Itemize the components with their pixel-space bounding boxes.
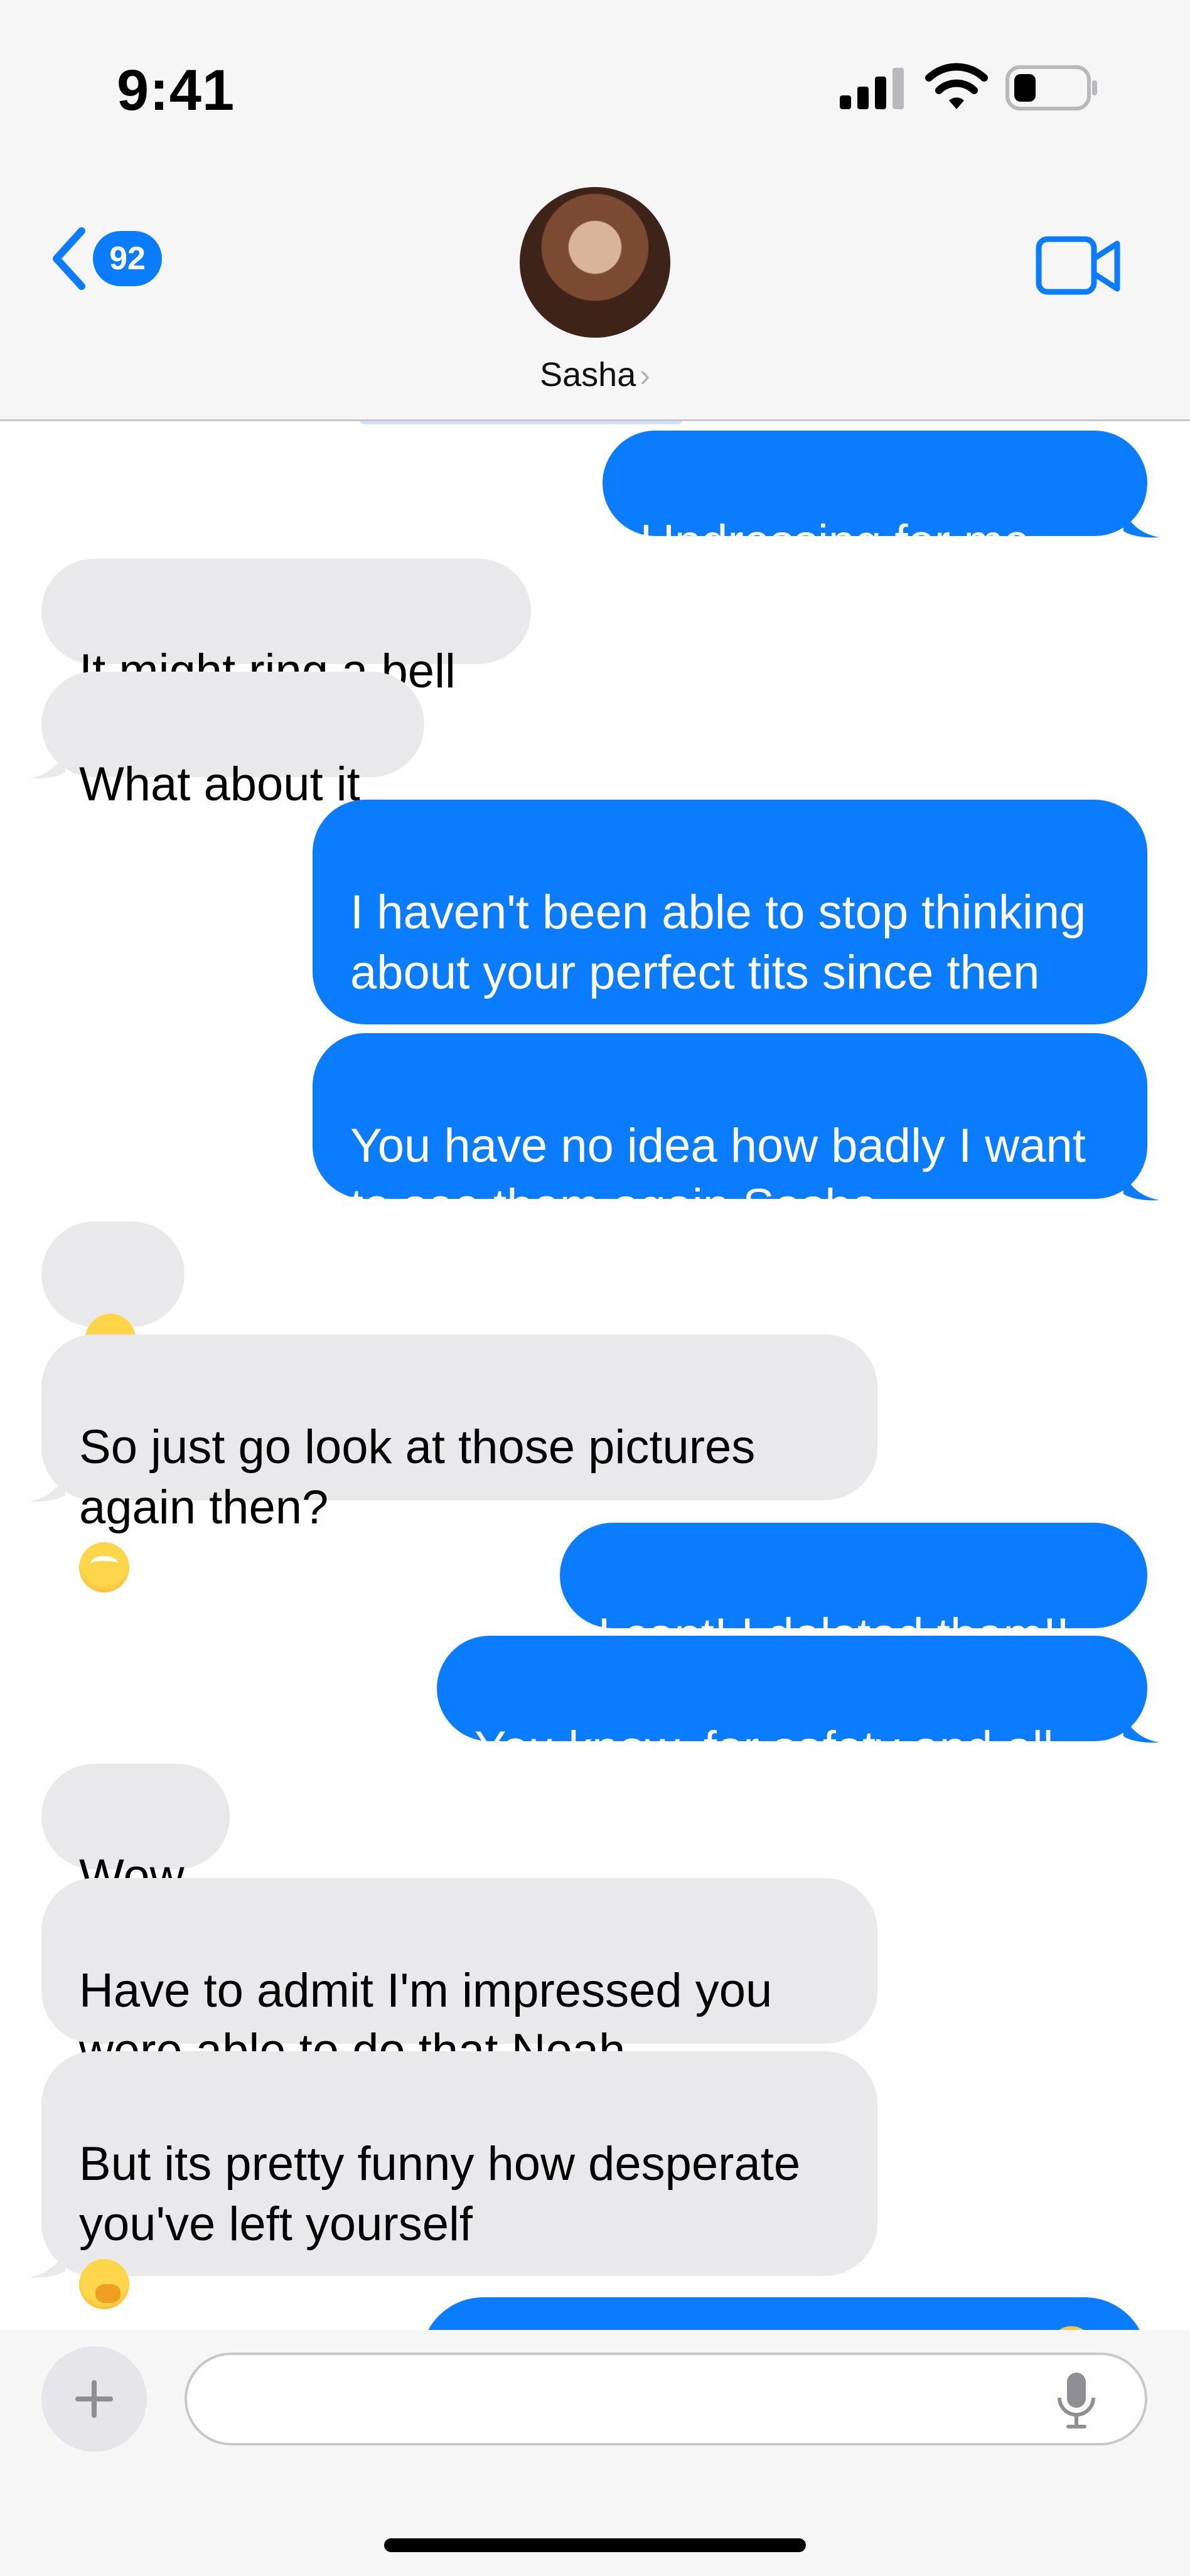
- outgoing-message[interactable]: I cant! I deleted them!!: [560, 1523, 1147, 1662]
- outgoing-message[interactable]: You know, for safety and all: [437, 1636, 1147, 1775]
- bubble-tail: [29, 2246, 65, 2278]
- bubble-tail: [1123, 506, 1160, 538]
- contact-name-button[interactable]: Sasha ›: [0, 355, 1190, 394]
- message-text: You know, for safety and all: [474, 1722, 1054, 1775]
- avatar[interactable]: [520, 187, 670, 338]
- message-text: What about it: [79, 758, 360, 811]
- contact-name: Sasha: [540, 356, 636, 394]
- back-button[interactable]: 92: [49, 226, 162, 291]
- bubble-tail: [29, 747, 65, 779]
- incoming-message[interactable]: Have to admit I'm impressed you were abl…: [41, 1878, 877, 2078]
- face-with-rolling-eyes-emoji: [79, 1542, 129, 1592]
- bubble-tail: [1123, 1169, 1160, 1201]
- face-with-hand-over-mouth-emoji: [79, 2259, 129, 2309]
- incoming-message[interactable]: But its pretty funny how desperate you'v…: [41, 2051, 877, 2309]
- message-input[interactable]: [185, 2353, 1147, 2445]
- conversation-header: 9:41 92 Sasha ›: [0, 0, 1190, 421]
- cellular-signal-icon: [840, 68, 904, 109]
- incoming-message[interactable]: It might ring a bell: [41, 559, 531, 698]
- plus-icon: [75, 2380, 113, 2418]
- chevron-right-icon: ›: [640, 358, 650, 393]
- unread-badge: 92: [93, 231, 162, 286]
- message-text: But its pretty funny how desperate you'v…: [79, 2137, 801, 2251]
- incoming-message[interactable]: [41, 1221, 185, 1364]
- incoming-message[interactable]: So just go look at those pictures again …: [41, 1334, 877, 1592]
- outgoing-message[interactable]: You have no idea how badly I want to see…: [313, 1033, 1147, 1233]
- bubble-tail: [1123, 1711, 1160, 1743]
- microphone-icon[interactable]: [1054, 2370, 1098, 2430]
- message-text: So just go look at those pictures again …: [79, 1420, 756, 1534]
- add-attachment-button[interactable]: [41, 2346, 147, 2452]
- outgoing-message[interactable]: I haven't been able to stop thinking abo…: [313, 800, 1147, 1024]
- video-camera-icon[interactable]: [1036, 236, 1121, 296]
- back-chevron-icon: [53, 227, 85, 290]
- message-text: You have no idea how badly I want to see…: [350, 1119, 1086, 1233]
- outgoing-message[interactable]: Undressing for me...: [603, 431, 1147, 569]
- message-text: Undressing for me...: [640, 515, 1070, 569]
- home-indicator: [384, 2538, 806, 2552]
- status-time: 9:41: [117, 58, 235, 122]
- wifi-icon: [925, 63, 988, 109]
- incoming-message[interactable]: Wow: [41, 1764, 230, 1903]
- battery-icon: [1005, 65, 1097, 110]
- message-text: I haven't been able to stop thinking abo…: [350, 886, 1086, 999]
- bubble-tail: [29, 1470, 65, 1502]
- incoming-message[interactable]: What about it: [41, 672, 424, 811]
